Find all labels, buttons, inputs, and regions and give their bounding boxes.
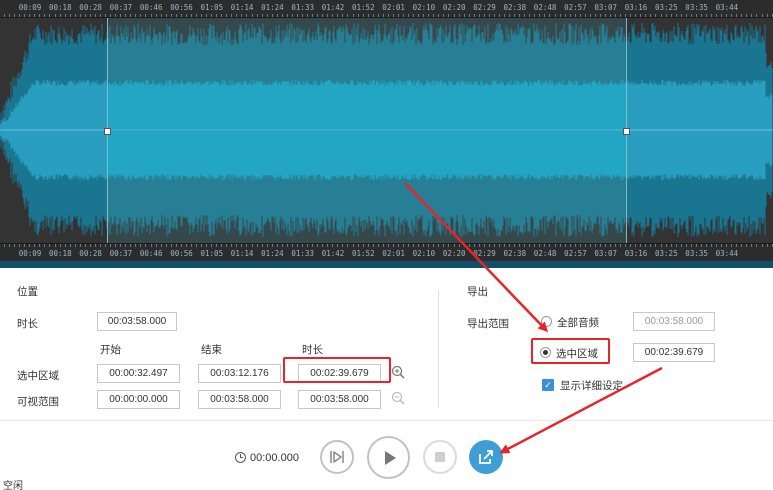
ruler-tick-label: 01:42 bbox=[321, 249, 345, 258]
waveform-view[interactable]: 00:09 00:18 00:28 00:37 00:46 00:56 01:05 01:14… bbox=[0, 0, 773, 268]
ruler-tick-label: 03:35 bbox=[685, 249, 708, 258]
ruler-tick-label: 01:52 bbox=[352, 249, 375, 258]
col-end-label: 结束 bbox=[201, 344, 222, 356]
ruler-tick-label: 01:24 bbox=[261, 3, 284, 12]
ruler-tick-label: 03:25 bbox=[655, 3, 678, 12]
ruler-tick-label: 03:44 bbox=[715, 249, 739, 258]
selection-end-field[interactable]: 00:03:12.176 bbox=[198, 364, 281, 383]
ruler-tick-label: 00:37 bbox=[109, 249, 133, 258]
ruler-tick-label: 03:16 bbox=[624, 249, 648, 258]
visible-length-field[interactable]: 00:03:58.000 bbox=[298, 390, 381, 409]
ruler-tick-label: 00:18 bbox=[49, 249, 72, 258]
export-all-duration: 00:03:58.000 bbox=[633, 312, 715, 331]
ruler-tick-label: 00:09 bbox=[18, 3, 42, 12]
position-section-title: 位置 bbox=[17, 286, 38, 298]
zoom-in-icon[interactable] bbox=[391, 365, 405, 379]
ruler-tick-label: 00:09 bbox=[18, 249, 42, 258]
ruler-tick-label: 02:10 bbox=[412, 3, 436, 12]
play-selection-icon bbox=[330, 451, 344, 463]
ruler-tick-label: 02:48 bbox=[533, 3, 557, 12]
show-details-checkbox[interactable]: ✓ bbox=[542, 379, 554, 391]
timeline-ruler-top: 00:09 00:18 00:28 00:37 00:46 00:56 01:05 01:14… bbox=[0, 0, 773, 18]
play-icon bbox=[384, 450, 396, 465]
waveform-scrollbar[interactable] bbox=[0, 261, 773, 268]
ruler-tick-label: 00:46 bbox=[139, 3, 163, 12]
ruler-tick-label: 01:42 bbox=[321, 3, 345, 12]
ruler-tick-label: 01:52 bbox=[352, 3, 375, 12]
col-length-label: 时长 bbox=[302, 344, 323, 356]
ruler-tick-label: 02:20 bbox=[442, 3, 466, 12]
export-section-title: 导出 bbox=[467, 286, 488, 298]
ruler-tick-label: 03:16 bbox=[624, 3, 648, 12]
ruler-tick-label: 00:18 bbox=[49, 3, 72, 12]
controls-divider bbox=[0, 420, 773, 421]
ruler-tick-label: 01:05 bbox=[200, 3, 224, 12]
ruler-tick-label: 00:46 bbox=[139, 249, 163, 258]
export-range-label: 导出范围 bbox=[467, 318, 509, 330]
visible-end-field[interactable]: 00:03:58.000 bbox=[198, 390, 281, 409]
ruler-tick-label: 00:56 bbox=[170, 249, 193, 258]
ruler-tick-label: 02:29 bbox=[473, 3, 496, 12]
ruler-tick-label: 01:33 bbox=[291, 3, 314, 12]
ruler-tick-label: 00:37 bbox=[109, 3, 133, 12]
selection-region[interactable] bbox=[107, 18, 627, 243]
ruler-tick-label: 02:01 bbox=[382, 3, 405, 12]
ruler-tick-label: 02:29 bbox=[473, 249, 496, 258]
selection-start-handle[interactable] bbox=[104, 128, 111, 135]
ruler-tick-label: 01:24 bbox=[261, 249, 284, 258]
ruler-tick-label: 00:28 bbox=[79, 249, 102, 258]
ruler-tick-label: 00:28 bbox=[79, 3, 102, 12]
selection-row-label: 选中区域 bbox=[17, 370, 59, 382]
highlight-selection-length bbox=[283, 357, 391, 383]
col-start-label: 开始 bbox=[100, 344, 121, 356]
ruler-tick-label: 01:14 bbox=[230, 249, 254, 258]
ruler-tick-label: 03:35 bbox=[685, 3, 708, 12]
duration-field: 00:03:58.000 bbox=[97, 312, 177, 331]
clock-icon bbox=[235, 452, 246, 463]
ruler-tick-label: 02:57 bbox=[564, 3, 587, 12]
duration-label: 时长 bbox=[17, 318, 38, 330]
highlight-export-selection bbox=[531, 338, 610, 364]
ruler-tick-label: 01:33 bbox=[291, 249, 314, 258]
play-button[interactable] bbox=[367, 436, 410, 479]
ruler-tick-label: 03:44 bbox=[715, 3, 739, 12]
ruler-tick-label: 01:14 bbox=[230, 3, 254, 12]
section-divider bbox=[438, 290, 439, 408]
play-selection-button[interactable] bbox=[320, 440, 354, 474]
visible-start-field[interactable]: 00:00:00.000 bbox=[97, 390, 180, 409]
export-selection-duration: 00:02:39.679 bbox=[633, 343, 715, 362]
ruler-tick-label: 03:07 bbox=[594, 3, 617, 12]
stop-icon bbox=[435, 452, 445, 462]
ruler-tick-label: 03:07 bbox=[594, 249, 617, 258]
ruler-tick-label: 02:20 bbox=[442, 249, 466, 258]
export-all-label[interactable]: 全部音频 bbox=[557, 315, 599, 330]
ruler-tick-label: 02:48 bbox=[533, 249, 557, 258]
ruler-tick-label: 00:56 bbox=[170, 3, 193, 12]
stop-button[interactable] bbox=[423, 440, 457, 474]
selection-start-field[interactable]: 00:00:32.497 bbox=[97, 364, 180, 383]
ruler-tick-label: 01:05 bbox=[200, 249, 224, 258]
status-text: 空闲 bbox=[3, 481, 23, 490]
export-button[interactable] bbox=[469, 440, 503, 474]
playback-time: 00:00.000 bbox=[250, 452, 299, 464]
ruler-tick-label: 02:10 bbox=[412, 249, 436, 258]
ruler-tick-label: 03:25 bbox=[655, 249, 678, 258]
ruler-tick-label: 02:38 bbox=[503, 3, 527, 12]
timeline-ruler-bottom: 00:09 00:18 00:28 00:37 00:46 00:56 01:05 01:14… bbox=[0, 243, 773, 261]
ruler-tick-label: 02:57 bbox=[564, 249, 587, 258]
selection-end-handle[interactable] bbox=[623, 128, 630, 135]
show-details-label[interactable]: 显示详细设定 bbox=[560, 378, 623, 393]
export-icon bbox=[479, 450, 493, 464]
ruler-tick-label: 02:01 bbox=[382, 249, 405, 258]
zoom-out-icon[interactable] bbox=[391, 391, 405, 405]
export-all-radio[interactable] bbox=[541, 316, 552, 327]
visible-range-label: 可视范围 bbox=[17, 396, 59, 408]
ruler-tick-label: 02:38 bbox=[503, 249, 527, 258]
